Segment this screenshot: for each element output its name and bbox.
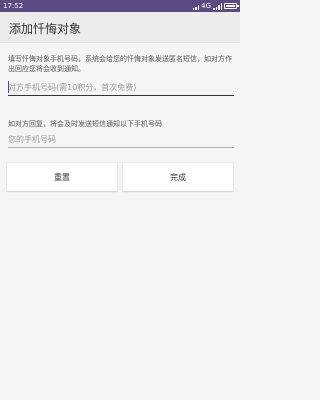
- wifi-signal-icon: [192, 3, 200, 10]
- status-time: 17:52: [3, 2, 24, 10]
- page-title: 添加忏悔对象: [9, 22, 82, 36]
- app-bar: 添加忏悔对象: [0, 12, 240, 43]
- network-type-label: 4G: [201, 2, 211, 10]
- done-button[interactable]: 完成: [123, 163, 233, 191]
- cell-signal-icon: [213, 2, 222, 10]
- form-description: 填写忏悔对象手机号码，系统会给您的忏悔对象发送匿名短信，如对方作出回应您将会收到…: [8, 55, 232, 73]
- status-bar: 17:52 4G: [0, 0, 240, 12]
- target-phone-input[interactable]: [8, 80, 234, 96]
- battery-icon: [224, 3, 239, 9]
- form-content: 填写忏悔对象手机号码，系统会给您的忏悔对象发送匿名短信，如对方作出回应您将会收到…: [0, 43, 240, 400]
- status-icons: 4G: [192, 0, 239, 12]
- reset-button[interactable]: 重置: [7, 163, 117, 191]
- text-caret: [8, 81, 9, 93]
- my-phone-input[interactable]: [8, 132, 234, 148]
- reply-hint: 如对方回复，将会及时发送短信通知以下手机号码: [8, 120, 162, 128]
